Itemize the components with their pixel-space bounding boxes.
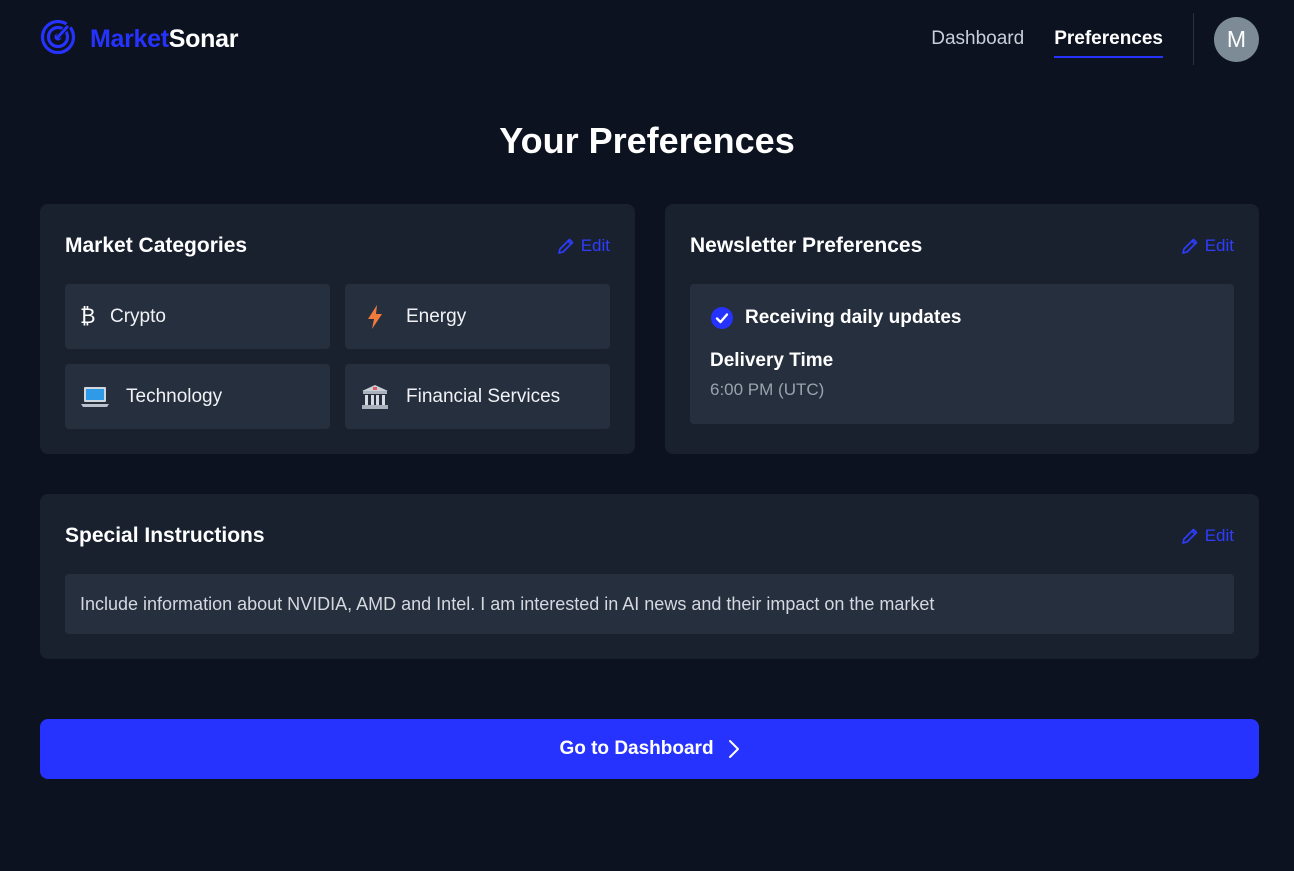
market-categories-title: Market Categories <box>65 234 248 257</box>
page-title: Your Preferences <box>499 120 795 161</box>
special-instructions-edit-button[interactable]: Edit <box>1181 526 1234 546</box>
radar-logo-icon <box>40 19 76 60</box>
pencil-icon <box>1181 238 1198 254</box>
laptop-icon <box>80 385 110 409</box>
edit-label: Edit <box>1204 236 1234 255</box>
category-crypto[interactable]: ₿ Crypto <box>65 284 330 349</box>
newsletter-title: Newsletter Preferences <box>690 234 923 257</box>
category-label: Technology <box>126 385 223 407</box>
lightning-icon <box>360 304 390 330</box>
delivery-time-value: 6:00 PM (UTC) <box>710 380 825 399</box>
edit-label: Edit <box>580 236 610 255</box>
newsletter-edit-button[interactable]: Edit <box>1181 236 1234 256</box>
special-instructions-header: Special Instructions Edit <box>65 524 1234 548</box>
newsletter-status-text: Receiving daily updates <box>745 307 962 328</box>
brand-logo[interactable]: MarketSonar <box>40 19 238 60</box>
brand-name-part2: Sonar <box>168 24 239 53</box>
category-label: Financial Services <box>406 385 561 407</box>
edit-label: Edit <box>1204 526 1234 545</box>
user-avatar[interactable]: M <box>1214 16 1259 62</box>
newsletter-header: Newsletter Preferences Edit <box>690 234 1234 258</box>
special-instructions-title: Special Instructions <box>65 524 265 547</box>
category-label: Energy <box>406 305 467 327</box>
nav-divider <box>1193 13 1194 65</box>
special-instructions-card: Special Instructions Edit Include inform… <box>40 494 1259 659</box>
newsletter-details: Receiving daily updates Delivery Time 6:… <box>690 284 1234 424</box>
chevron-right-icon <box>728 740 739 758</box>
pencil-icon <box>1181 528 1198 544</box>
bitcoin-icon: ₿ <box>80 304 96 328</box>
nav-preferences-link[interactable]: Preferences <box>1054 13 1163 65</box>
top-header: MarketSonar Dashboard Preferences M <box>40 13 1259 65</box>
newsletter-preferences-card: Newsletter Preferences Edit Receiving da… <box>665 204 1259 454</box>
category-energy[interactable]: Energy <box>345 284 610 349</box>
market-categories-card: Market Categories Edit ₿ Crypto Energy T… <box>40 204 635 454</box>
go-to-dashboard-label: Go to Dashboard <box>559 738 714 759</box>
category-technology[interactable]: Technology <box>65 364 330 429</box>
brand-name: MarketSonar <box>90 25 238 54</box>
pencil-icon <box>557 238 574 254</box>
nav-dashboard-link[interactable]: Dashboard <box>931 13 1024 65</box>
brand-name-part1: Market <box>90 24 169 53</box>
delivery-time-label: Delivery Time <box>710 350 834 371</box>
market-categories-header: Market Categories Edit <box>65 234 610 258</box>
go-to-dashboard-button[interactable]: Go to Dashboard <box>40 719 1259 779</box>
category-financial-services[interactable]: Financial Services <box>345 364 610 429</box>
preferences-page: MarketSonar Dashboard Preferences M Your… <box>0 0 1294 871</box>
category-label: Crypto <box>110 305 166 327</box>
bank-icon <box>360 384 390 410</box>
category-grid: ₿ Crypto Energy Technology Financial Ser… <box>65 284 610 429</box>
special-instructions-text: Include information about NVIDIA, AMD an… <box>65 574 1234 634</box>
newsletter-status: Receiving daily updates <box>710 306 1214 330</box>
main-nav: Dashboard Preferences M <box>901 13 1259 65</box>
market-categories-edit-button[interactable]: Edit <box>557 236 610 256</box>
check-circle-icon <box>711 307 733 329</box>
